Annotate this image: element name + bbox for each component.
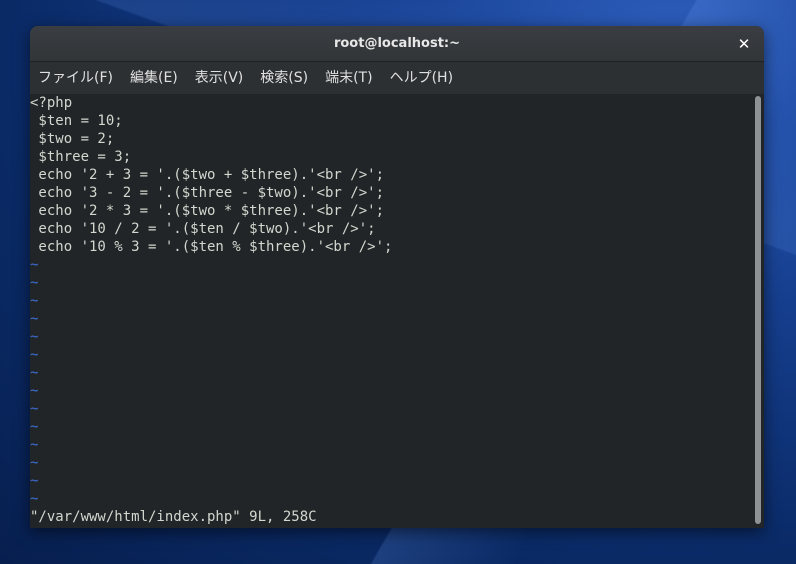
code-line: <?php — [30, 95, 73, 111]
menu-bar: ファイル(F) 編集(E) 表示(V) 検索(S) 端末(T) ヘルプ(H) — [30, 62, 764, 94]
code-line: echo '2 * 3 = '.($two * $three).'<br />'… — [30, 203, 385, 219]
title-bar[interactable]: root@localhost:~ ✕ — [30, 26, 764, 62]
empty-line-marker: ~ — [30, 401, 39, 417]
empty-line-marker: ~ — [30, 365, 39, 381]
scrollbar-thumb[interactable] — [755, 96, 761, 524]
scrollbar[interactable] — [752, 94, 764, 528]
menu-search[interactable]: 検索(S) — [255, 65, 313, 91]
empty-line-marker: ~ — [30, 473, 39, 489]
menu-edit[interactable]: 編集(E) — [125, 65, 183, 91]
close-button[interactable]: ✕ — [732, 32, 756, 56]
empty-line-marker: ~ — [30, 491, 39, 507]
empty-line-marker: ~ — [30, 455, 39, 471]
menu-file[interactable]: ファイル(F) — [33, 65, 118, 91]
empty-line-marker: ~ — [30, 347, 39, 363]
code-line: $three = 3; — [30, 149, 132, 165]
menu-help[interactable]: ヘルプ(H) — [385, 65, 458, 91]
menu-view[interactable]: 表示(V) — [190, 65, 249, 91]
code-line: echo '3 - 2 = '.($three - $two).'<br />'… — [30, 185, 385, 201]
code-line: $ten = 10; — [30, 113, 123, 129]
empty-lines: ~ ~ ~ ~ ~ ~ ~ ~ ~ ~ ~ ~ ~ ~ — [30, 256, 752, 508]
code-line: echo '2 + 3 = '.($two + $three).'<br />'… — [30, 167, 385, 183]
empty-line-marker: ~ — [30, 275, 39, 291]
menu-terminal[interactable]: 端末(T) — [320, 65, 377, 91]
empty-line-marker: ~ — [30, 437, 39, 453]
empty-line-marker: ~ — [30, 329, 39, 345]
terminal-window[interactable]: root@localhost:~ ✕ ファイル(F) 編集(E) 表示(V) 検… — [30, 26, 764, 528]
code-line: echo '10 / 2 = '.($ten / $two).'<br />'; — [30, 221, 376, 237]
empty-line-marker: ~ — [30, 257, 39, 273]
empty-line-marker: ~ — [30, 293, 39, 309]
vim-status-line: "/var/www/html/index.php" 9L, 258C — [30, 509, 317, 525]
terminal-area[interactable]: <?php $ten = 10; $two = 2; $three = 3; e… — [30, 94, 752, 528]
window-title: root@localhost:~ — [333, 36, 461, 51]
empty-line-marker: ~ — [30, 383, 39, 399]
code-line: $two = 2; — [30, 131, 115, 147]
empty-line-marker: ~ — [30, 311, 39, 327]
code-line: echo '10 % 3 = '.($ten % $three).'<br />… — [30, 239, 393, 255]
empty-line-marker: ~ — [30, 419, 39, 435]
